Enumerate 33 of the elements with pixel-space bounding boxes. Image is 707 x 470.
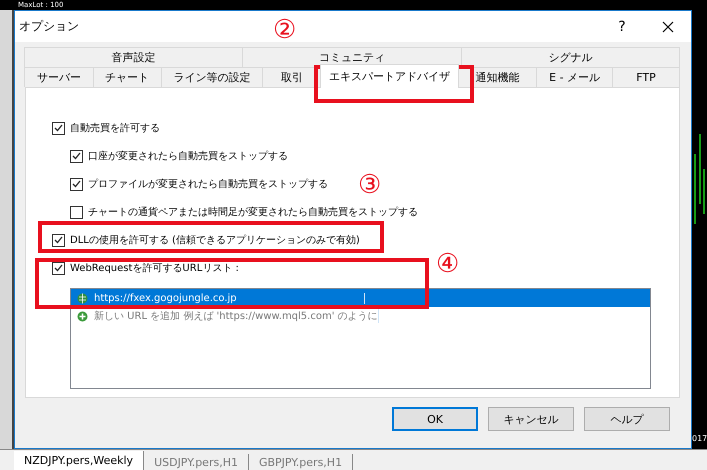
step-number: ③ [358, 171, 382, 199]
option-label: チャートの通貨ペアまたは時間足が変更されたら自動売買をストップする [88, 206, 418, 219]
dialog-button[interactable]: キャンセル [488, 407, 574, 431]
checkbox[interactable] [52, 262, 65, 274]
option-label: WebRequestを許可するURLリスト : [70, 262, 239, 275]
option-label: 自動売買を許可する [70, 122, 160, 135]
checkbox[interactable] [70, 178, 83, 190]
checkbox[interactable] [52, 234, 65, 246]
list-row[interactable]: https://fxex.gogojungle.co.jp [71, 289, 650, 307]
list-row[interactable]: 新しい URL を追加 例えば 'https://www.mql5.com' のように [71, 307, 650, 325]
plus-icon [77, 310, 88, 322]
tab[interactable]: エキスパートアドバイザ [320, 64, 459, 88]
checkbox[interactable] [70, 206, 83, 218]
chart-tab[interactable]: NZDJPY.pers,Weekly [14, 451, 144, 470]
dialog-button[interactable]: ヘルプ [584, 407, 670, 431]
option-label: プロファイルが変更されたら自動売買をストップする [88, 178, 328, 191]
dialog-button[interactable]: OK [392, 407, 478, 431]
tab[interactable]: シグナル [460, 47, 680, 67]
tab[interactable]: FTP [612, 67, 680, 87]
close-icon [662, 20, 674, 32]
date-label: 017 [692, 434, 707, 443]
checkbox[interactable] [70, 150, 83, 162]
url-text: https://fxex.gogojungle.co.jp [94, 292, 365, 304]
window-title: オプション [19, 18, 79, 35]
option-label: 口座が変更されたら自動売買をストップする [88, 150, 288, 163]
globe-icon [77, 292, 88, 304]
tab[interactable]: 音声設定 [24, 47, 244, 67]
checkbox[interactable] [52, 122, 65, 134]
step-number: ④ [436, 250, 460, 278]
url-text: 新しい URL を追加 例えば 'https://www.mql5.com' のように [94, 309, 379, 323]
step-number: ② [273, 16, 296, 44]
tab[interactable]: サーバー [24, 67, 94, 87]
option-label: DLLの使用を許可する (信頼できるアプリケーションのみで有効) [70, 234, 360, 247]
